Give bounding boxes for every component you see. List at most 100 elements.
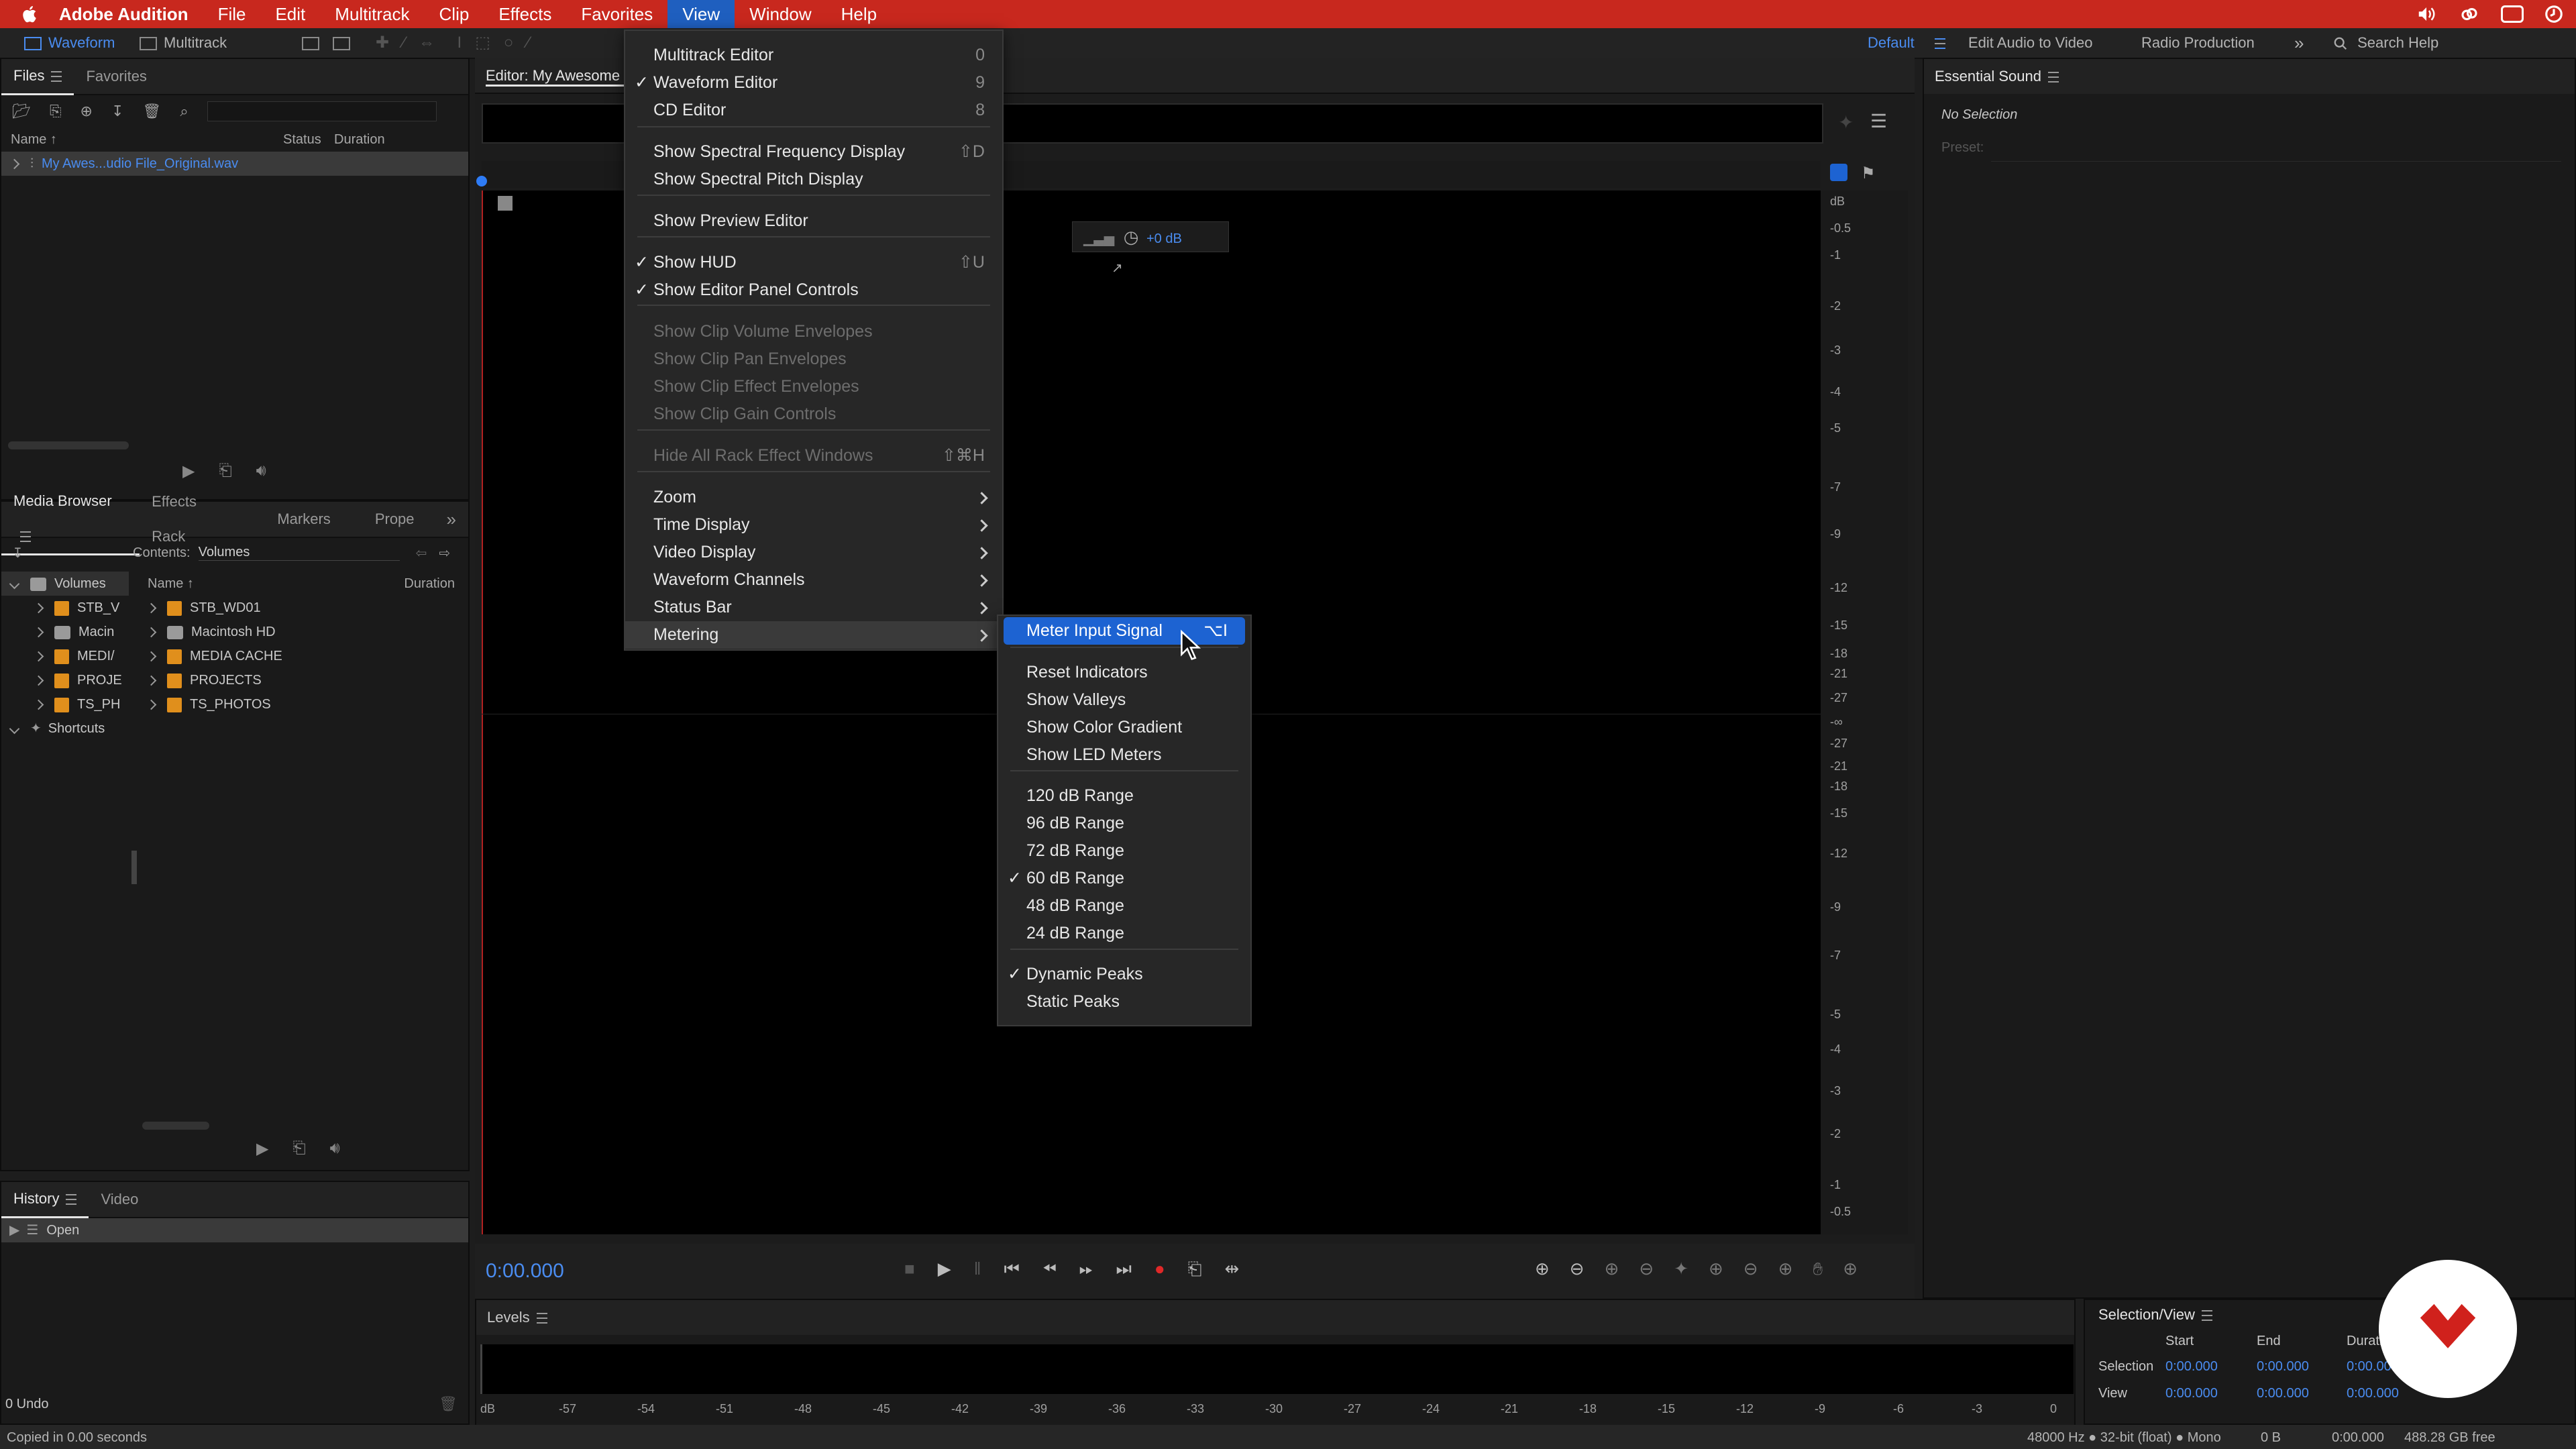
list-item[interactable]: TS_PHOTOS: [142, 692, 464, 716]
col-status[interactable]: Status: [283, 127, 321, 152]
hud-gain-control[interactable]: ▁▃▅ ◷ +0 dB ↗: [1072, 221, 1229, 276]
expand-icon[interactable]: [33, 651, 44, 662]
multitrack-mode-button[interactable]: Multitrack: [140, 28, 227, 58]
editor-tab[interactable]: Editor: My Awesome N: [486, 67, 635, 87]
pitch-display-toggle[interactable]: [333, 28, 357, 58]
workspace-default[interactable]: Default: [1868, 28, 1915, 58]
menu-effects[interactable]: Effects: [484, 0, 566, 28]
view-menu-item-cd-editor[interactable]: CD Editor 8: [625, 97, 1002, 124]
clock-icon[interactable]: [2544, 4, 2564, 24]
gain-knob-icon[interactable]: ◷: [1124, 227, 1139, 247]
metering-item-60-db-range[interactable]: 60 dB Range ✓: [998, 865, 1250, 892]
col-name[interactable]: Name: [148, 576, 183, 591]
list-item[interactable]: STB_WD01: [142, 596, 464, 620]
list-item[interactable]: PROJECTS: [142, 668, 464, 692]
zoom-out-full-icon[interactable]: ✦: [1674, 1258, 1688, 1280]
view-menu-item-waveform-editor[interactable]: Waveform Editor ✓ 9: [625, 69, 1002, 97]
zoom-out-time-icon[interactable]: ⊖: [1639, 1258, 1654, 1280]
zoom-in-point-icon[interactable]: ⊕: [1709, 1258, 1723, 1280]
workspace-edit-audio-to-video[interactable]: Edit Audio to Video: [1968, 28, 2093, 58]
new-file-icon[interactable]: ⊕: [80, 103, 93, 120]
media-browser-menu-icon[interactable]: [20, 531, 31, 542]
view-menu-item-show-preview-editor[interactable]: Show Preview Editor: [625, 207, 1002, 235]
tab-files[interactable]: Files: [1, 58, 74, 95]
workspace-menu-icon[interactable]: [1928, 28, 1945, 58]
time-selection-tool-icon[interactable]: I: [458, 34, 462, 52]
menu-edit[interactable]: Edit: [260, 0, 320, 28]
history-delete-icon[interactable]: 🗑︎: [439, 1395, 458, 1413]
pause-icon[interactable]: ‖: [974, 1258, 981, 1280]
slip-tool-icon[interactable]: ⇔: [419, 34, 435, 52]
play-preview-icon[interactable]: ▶: [256, 1139, 268, 1159]
view-menu-item-metering[interactable]: Metering: [625, 621, 1002, 649]
expand-icon[interactable]: [33, 627, 44, 638]
waveform-mode-button[interactable]: Waveform: [24, 28, 115, 58]
metering-item-120-db-range[interactable]: 120 dB Range: [998, 782, 1250, 810]
tree-item-shortcuts[interactable]: ✦ Shortcuts: [1, 716, 129, 741]
expand-icon[interactable]: [146, 651, 157, 662]
move-tool-icon[interactable]: ✚: [376, 34, 389, 52]
metering-item-meter-input-signal[interactable]: Meter Input Signal ⌥I: [1004, 617, 1245, 645]
fast-forward-icon[interactable]: ⏩︎: [1079, 1258, 1093, 1280]
battery-icon[interactable]: [2501, 5, 2524, 23]
levels-menu-icon[interactable]: [536, 1313, 547, 1324]
metering-item-reset-indicators[interactable]: Reset Indicators: [998, 659, 1250, 686]
more-panels-icon[interactable]: »: [435, 502, 468, 537]
expand-icon[interactable]: [33, 675, 44, 686]
zoom-out-point-icon[interactable]: ⊖: [1743, 1258, 1758, 1280]
metering-item-24-db-range[interactable]: 24 dB Range: [998, 920, 1250, 947]
view-menu-item-show-hud[interactable]: Show HUD ✓ ⇧U: [625, 249, 1002, 276]
zoom-out-amplitude-icon[interactable]: ⊖: [1570, 1258, 1585, 1280]
marquee-tool-icon[interactable]: ⬚: [475, 34, 490, 52]
menu-favorites[interactable]: Favorites: [566, 0, 667, 28]
metering-item-72-db-range[interactable]: 72 dB Range: [998, 837, 1250, 865]
back-icon[interactable]: ⇦: [416, 545, 427, 561]
tree-item-stb[interactable]: STB_V: [1, 596, 129, 620]
tree-item-projects[interactable]: PROJE: [1, 668, 129, 692]
view-menu-item-video-display[interactable]: Video Display: [625, 539, 1002, 566]
hud-pin-icon[interactable]: ↗: [1112, 261, 1123, 276]
lasso-tool-icon[interactable]: ○: [504, 34, 514, 52]
zoom-navigator-icon[interactable]: ✦: [1838, 111, 1854, 133]
view-menu-item-status-bar[interactable]: Status Bar: [625, 594, 1002, 621]
search-files-icon[interactable]: ⌕: [180, 103, 188, 120]
autoplay-icon[interactable]: 🔊︎: [330, 1139, 340, 1159]
tab-effects-rack[interactable]: Effects Rack: [140, 484, 245, 554]
menu-multitrack[interactable]: Multitrack: [320, 0, 424, 28]
play-icon[interactable]: ▶: [938, 1258, 951, 1280]
loop-preview-icon[interactable]: ⎗: [219, 462, 231, 481]
playhead-line[interactable]: [482, 191, 483, 1234]
expand-icon[interactable]: [33, 602, 44, 614]
open-file-icon[interactable]: 📂︎: [12, 103, 31, 120]
menu-app-name[interactable]: Adobe Audition: [47, 0, 203, 28]
zoom-hand-icon[interactable]: ✋︎: [1813, 1258, 1823, 1280]
media-import-icon[interactable]: ↧: [12, 545, 133, 561]
fade-in-handle-icon[interactable]: [498, 196, 513, 211]
pin-icon[interactable]: ⚑: [1861, 164, 1876, 183]
zoom-selection-icon[interactable]: ⊕: [1778, 1258, 1793, 1280]
menu-help[interactable]: Help: [826, 0, 892, 28]
headphone-monitor-icon[interactable]: [1830, 164, 1847, 181]
tree-item-media[interactable]: MEDI/: [1, 644, 129, 668]
tree-item-macintosh[interactable]: Macin: [1, 620, 129, 644]
selection-end[interactable]: 0:00.000: [2257, 1359, 2309, 1375]
view-start[interactable]: 0:00.000: [2165, 1386, 2218, 1401]
tab-video[interactable]: Video: [89, 1182, 150, 1217]
play-preview-icon[interactable]: ▶: [182, 462, 195, 481]
metering-item-show-color-gradient[interactable]: Show Color Gradient: [998, 714, 1250, 741]
history-item[interactable]: ▶ ☰ Open: [1, 1218, 468, 1242]
expand-icon[interactable]: [146, 699, 157, 710]
workspace-radio-production[interactable]: Radio Production: [2141, 28, 2255, 58]
tab-favorites[interactable]: Favorites: [74, 59, 158, 94]
tab-history[interactable]: History: [1, 1181, 89, 1218]
contents-dropdown[interactable]: Volumes: [198, 545, 400, 561]
files-panel-menu-icon[interactable]: [51, 70, 62, 82]
tree-item-volumes[interactable]: Volumes: [1, 572, 129, 596]
collapse-icon[interactable]: [9, 578, 20, 590]
preset-dropdown[interactable]: [1991, 141, 2561, 162]
view-menu-item-waveform-channels[interactable]: Waveform Channels: [625, 566, 1002, 594]
rewind-icon[interactable]: ⏪︎: [1042, 1258, 1057, 1280]
stop-icon[interactable]: ■: [904, 1258, 915, 1280]
expand-icon[interactable]: [9, 158, 20, 170]
metering-item-show-led-meters[interactable]: Show LED Meters: [998, 741, 1250, 769]
